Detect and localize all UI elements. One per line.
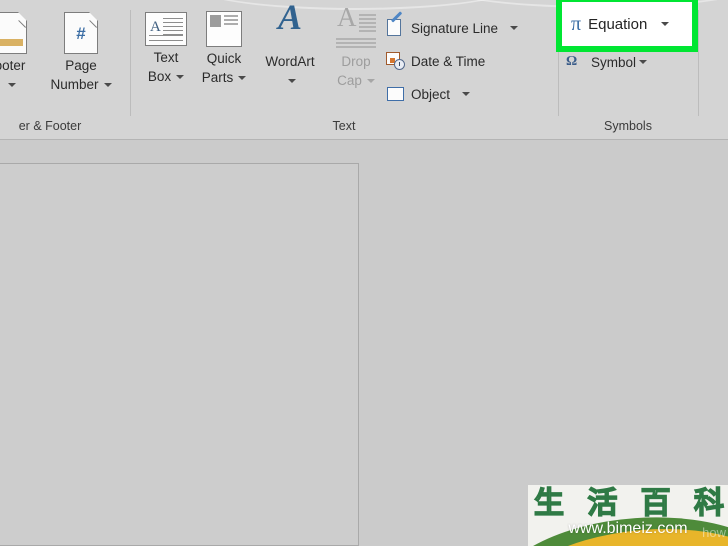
quick-parts-button[interactable]: Quick Parts [190, 8, 258, 87]
symbol-label: Symbol [591, 54, 637, 70]
quick-parts-label-line2: Parts [201, 70, 234, 85]
site-watermark: 生 活 百 科 how www.bimeiz.com [528, 485, 728, 546]
equation-label: Equation [588, 15, 648, 33]
group-separator-3 [698, 10, 699, 116]
drop-cap-label-line1: Drop [341, 54, 371, 69]
signature-line-caret-icon[interactable] [510, 26, 519, 30]
group-label-symbols: Symbols [604, 119, 652, 133]
equation-caret-icon[interactable] [661, 22, 670, 26]
text-box-icon: A [145, 12, 187, 46]
watermark-cjk-title: 生 活 百 科 [533, 486, 724, 521]
wordart-label: WordArt [265, 54, 315, 69]
quick-parts-caret-icon[interactable] [238, 76, 247, 81]
wordart-icon: A [277, 0, 302, 37]
text-box-caret-icon[interactable] [176, 75, 185, 80]
page-number-label-line2: Number [50, 77, 99, 92]
omega-icon: Ω [566, 52, 586, 72]
date-and-time-button[interactable]: Date & Time [386, 49, 485, 73]
object-label: Object [411, 86, 451, 102]
page-number-button[interactable]: # Page Number [47, 11, 115, 94]
watermark-cjk-char-4: 科 [693, 486, 724, 521]
equation-button[interactable]: π Equation [562, 2, 692, 46]
page-number-icon: # [64, 11, 105, 54]
group-label-text: Text [332, 119, 356, 133]
footer-caret-icon[interactable] [7, 83, 16, 88]
document-page[interactable] [0, 163, 359, 546]
quick-parts-label-line1: Quick [206, 51, 242, 66]
group-label-header-footer: er & Footer [18, 119, 82, 133]
symbol-caret-icon[interactable] [639, 60, 648, 64]
watermark-cjk-char-2: 活 [587, 486, 618, 521]
pi-icon: π [571, 13, 582, 35]
drop-cap-icon: A [336, 4, 376, 50]
watermark-url: www.bimeiz.com [568, 520, 688, 537]
omega-glyph: Ω [566, 54, 577, 69]
drop-cap-caret-icon [366, 79, 375, 84]
equation-highlight-box: π Equation [556, 0, 698, 52]
page-number-label-line1: Page [65, 58, 97, 73]
signature-line-label: Signature Line [411, 20, 499, 36]
group-separator-1 [130, 10, 131, 116]
drop-cap-button: A Drop Cap [322, 4, 390, 90]
footer-icon [0, 11, 34, 54]
date-and-time-label: Date & Time [411, 53, 486, 69]
footer-label: ooter [0, 58, 26, 73]
object-button[interactable]: Object [386, 82, 471, 106]
symbol-button[interactable]: Ω Symbol [566, 50, 648, 74]
watermark-cjk-char-1: 生 [533, 486, 564, 521]
watermark-cjk-char-3: 百 [640, 486, 671, 521]
signature-line-icon [386, 18, 406, 38]
calendar-clock-icon [386, 51, 406, 71]
page-number-caret-icon[interactable] [103, 83, 112, 88]
text-box-label-line2: Box [147, 69, 172, 84]
footer-button[interactable]: ooter [0, 11, 44, 94]
object-caret-icon[interactable] [462, 92, 471, 96]
signature-line-button[interactable]: Signature Line [386, 16, 519, 40]
wordart-button[interactable]: A WordArt [254, 0, 326, 90]
drop-cap-label-line2: Cap [337, 73, 362, 88]
object-icon [386, 84, 406, 104]
wordart-caret-icon[interactable] [287, 79, 296, 84]
ribbon-insert-tab: ooter # Page Number er & Footer A Text B… [0, 0, 728, 140]
quick-parts-icon [206, 11, 242, 47]
